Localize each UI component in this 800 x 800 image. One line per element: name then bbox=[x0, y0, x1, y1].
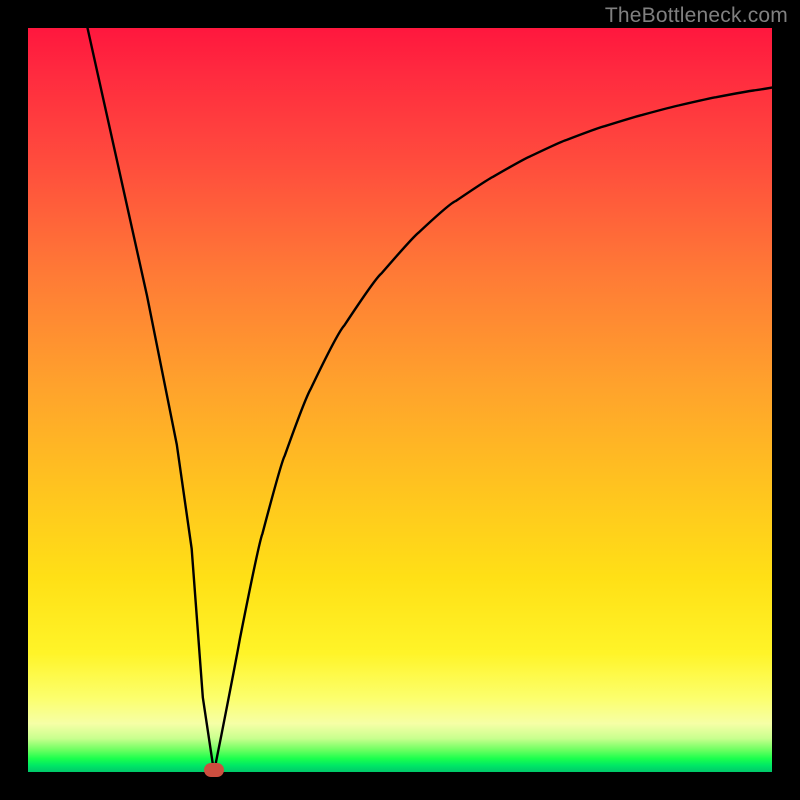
chart-frame: TheBottleneck.com bbox=[0, 0, 800, 800]
optimum-marker bbox=[204, 763, 224, 777]
plot-area bbox=[28, 28, 772, 772]
bottleneck-curve bbox=[28, 28, 772, 772]
watermark-text: TheBottleneck.com bbox=[605, 4, 788, 28]
